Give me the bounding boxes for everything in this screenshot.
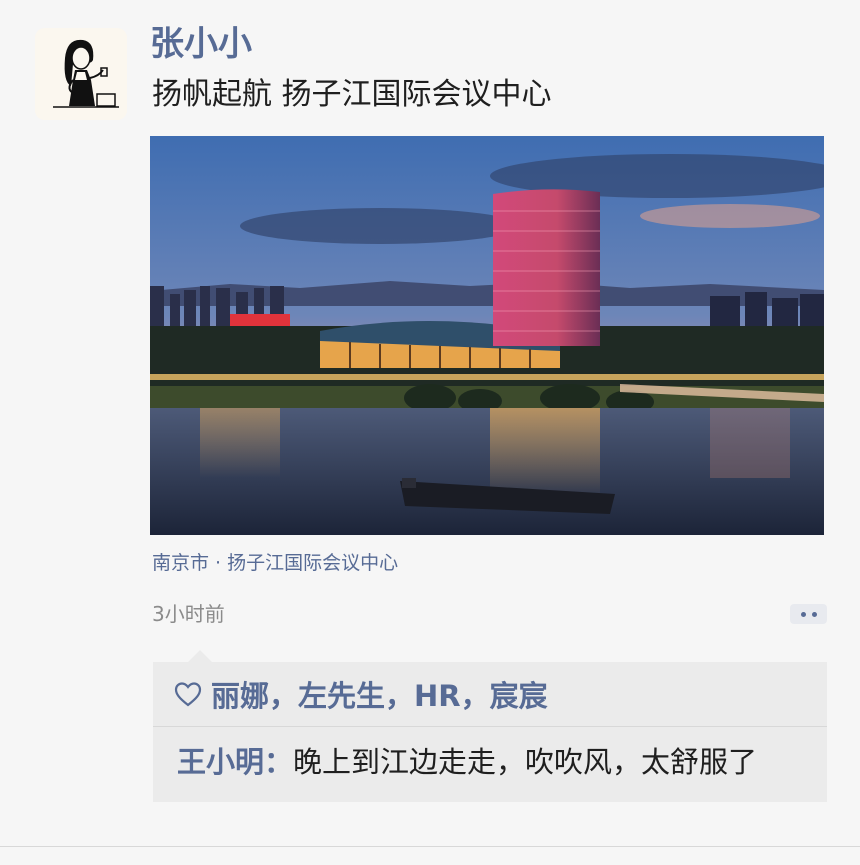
comment-box-arrow bbox=[188, 650, 212, 662]
divider bbox=[153, 726, 827, 727]
dot bbox=[811, 611, 817, 617]
avatar-illustration bbox=[35, 28, 127, 120]
conference-center-night-photo bbox=[150, 136, 824, 535]
post-author-name[interactable]: 张小小 bbox=[150, 22, 252, 66]
author-avatar[interactable] bbox=[35, 28, 127, 120]
commenter-name[interactable]: 王小明 bbox=[177, 745, 264, 779]
like-names[interactable]: 丽娜，左先生，HR，宸宸 bbox=[211, 673, 548, 715]
comment-item[interactable]: 王小明：晚上到江边走走，吹吹风，太舒服了 bbox=[177, 742, 757, 782]
post-photo[interactable] bbox=[150, 136, 824, 535]
likes-row: 丽娜，左先生，HR，宸宸 bbox=[153, 662, 827, 726]
comment-text: 晚上到江边走走，吹吹风，太舒服了 bbox=[293, 745, 758, 779]
heart-icon bbox=[174, 682, 202, 707]
bottom-divider bbox=[0, 846, 860, 847]
comment-separator: ： bbox=[264, 745, 294, 779]
post-location[interactable]: 南京市 · 扬子江国际会议中心 bbox=[152, 550, 398, 576]
more-dots-icon[interactable] bbox=[790, 604, 827, 624]
likes-comments-box: 丽娜，左先生，HR，宸宸 王小明：晚上到江边走走，吹吹风，太舒服了 bbox=[153, 662, 827, 802]
post-text: 扬帆起航 扬子江国际会议中心 bbox=[152, 77, 552, 112]
dot bbox=[800, 611, 806, 617]
post-time: 3小时前 bbox=[152, 602, 225, 626]
